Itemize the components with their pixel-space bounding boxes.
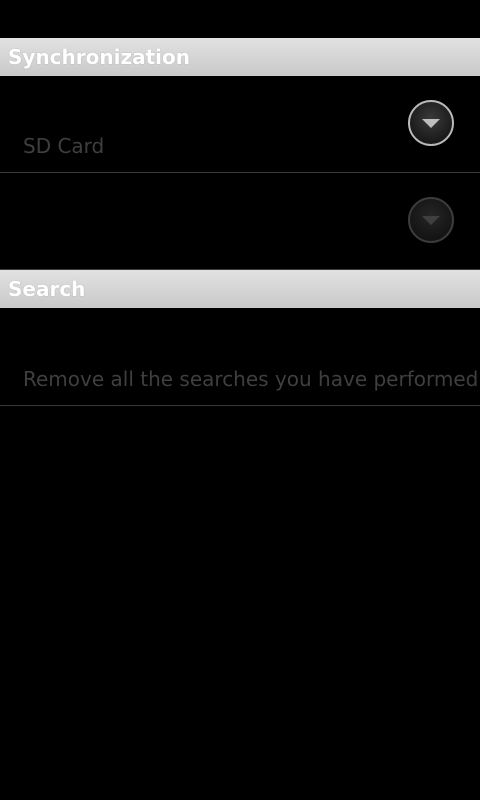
top-spacer [0,0,480,38]
pref-clear-search-history[interactable]: Remove all the searches you have perform… [0,308,480,406]
pref-storage-location[interactable]: SD Card [0,76,480,173]
secondary-dropdown-button[interactable] [408,197,454,243]
category-header-search: Search [0,270,480,308]
pref-clear-summary: Remove all the searches you have perform… [23,367,479,391]
pref-sync-secondary[interactable] [0,173,480,270]
pref-storage-summary: SD Card [23,134,105,158]
category-header-synchronization: Synchronization [0,38,480,76]
preferences-screen: Synchronization SD Card Search Remove al… [0,0,480,800]
storage-dropdown-button[interactable] [408,100,454,146]
chevron-down-icon [422,215,440,225]
chevron-down-icon [422,118,440,128]
